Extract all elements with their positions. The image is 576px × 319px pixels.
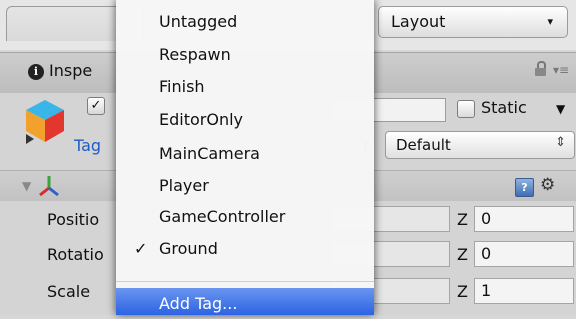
menu-item-label: EditorOnly bbox=[159, 110, 243, 129]
menu-item-untagged[interactable]: Untagged bbox=[116, 6, 374, 37]
info-icon: i bbox=[28, 64, 44, 80]
static-label: Static bbox=[481, 98, 527, 117]
layout-dropdown-label: Layout bbox=[391, 12, 446, 31]
lock-icon[interactable] bbox=[535, 61, 546, 77]
position-label: Positio bbox=[47, 210, 100, 229]
menu-separator bbox=[116, 281, 374, 282]
menu-item-gamecontroller[interactable]: GameController bbox=[116, 201, 374, 232]
menu-item-respawn[interactable]: Respawn bbox=[116, 39, 374, 70]
foldout-arrow-icon[interactable]: ▼ bbox=[22, 179, 31, 193]
rotation-label: Rotatio bbox=[47, 245, 104, 264]
scale-z-value: 1 bbox=[481, 281, 492, 300]
static-dropdown-caret-icon[interactable]: ▼ bbox=[556, 102, 565, 116]
checkmark-icon: ✓ bbox=[134, 239, 148, 258]
menu-item-label: MainCamera bbox=[159, 144, 260, 163]
scale-z-label: Z bbox=[457, 282, 468, 301]
position-z-value: 0 bbox=[481, 209, 492, 228]
rotation-z-label: Z bbox=[457, 245, 468, 264]
gear-icon[interactable]: ⚙ bbox=[540, 175, 555, 195]
rotation-z-value: 0 bbox=[481, 244, 492, 263]
tag-dropdown-menu: Untagged Respawn Finish EditorOnly MainC… bbox=[116, 0, 374, 315]
rotation-z-field[interactable]: 0 bbox=[474, 241, 574, 267]
menu-item-label: GameController bbox=[159, 207, 286, 226]
scale-label: Scale bbox=[47, 282, 91, 301]
gameobject-cube-icon[interactable] bbox=[22, 97, 68, 147]
menu-item-label: Finish bbox=[159, 77, 205, 96]
menu-item-label: Ground bbox=[159, 239, 218, 258]
menu-item-label: Respawn bbox=[159, 45, 231, 64]
panel-menu-icon[interactable]: ▾≡ bbox=[553, 64, 569, 76]
layer-dropdown[interactable]: Default ⇕ bbox=[385, 131, 575, 159]
menu-item-label: Add Tag... bbox=[159, 294, 238, 313]
menu-item-maincamera[interactable]: MainCamera bbox=[116, 138, 374, 169]
menu-item-add-tag[interactable]: Add Tag... bbox=[116, 288, 374, 315]
menu-item-label: Player bbox=[159, 176, 209, 195]
menu-item-editoronly[interactable]: EditorOnly bbox=[116, 104, 374, 135]
transform-axes-icon bbox=[39, 176, 59, 197]
tab-inspector-label: Inspe bbox=[49, 61, 93, 80]
menu-item-label: Untagged bbox=[159, 12, 238, 31]
static-checkbox[interactable] bbox=[457, 100, 475, 118]
updown-caret-icon: ⇕ bbox=[555, 135, 566, 150]
help-icon[interactable]: ? bbox=[515, 178, 534, 197]
tag-label: Tag bbox=[74, 136, 102, 155]
menu-item-player[interactable]: Player bbox=[116, 170, 374, 201]
gameobject-active-checkbox[interactable]: ✓ bbox=[87, 97, 105, 115]
chevron-down-icon: ▾ bbox=[547, 15, 553, 28]
layout-dropdown[interactable]: Layout ▾ bbox=[378, 6, 568, 38]
scale-z-field[interactable]: 1 bbox=[474, 278, 574, 304]
menu-item-finish[interactable]: Finish bbox=[116, 71, 374, 102]
menu-item-ground[interactable]: ✓ Ground bbox=[116, 233, 374, 264]
layer-dropdown-value: Default bbox=[396, 136, 451, 154]
position-z-label: Z bbox=[457, 210, 468, 229]
position-z-field[interactable]: 0 bbox=[474, 206, 574, 232]
